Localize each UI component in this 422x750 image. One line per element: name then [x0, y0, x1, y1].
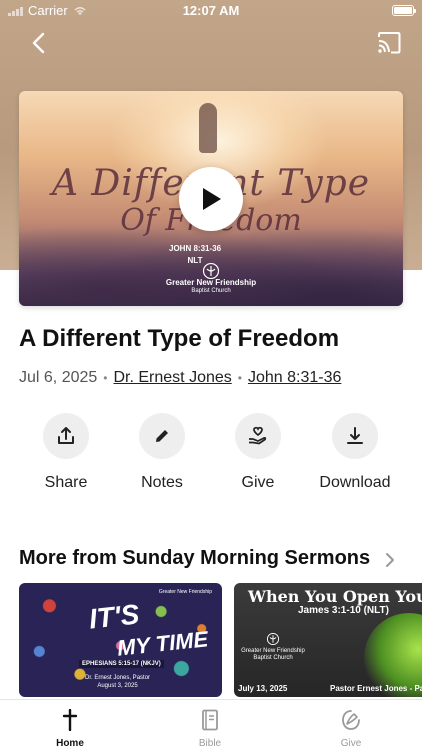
card-church-logo: Greater New Friendship	[158, 589, 212, 595]
download-label: Download	[319, 474, 391, 491]
meta-separator: •	[237, 371, 242, 385]
sermon-meta: Jul 6, 2025 • Dr. Ernest Jones • John 8:…	[19, 369, 341, 387]
download-button[interactable]: Download	[310, 413, 400, 492]
cast-icon[interactable]	[376, 31, 402, 55]
pencil-icon	[156, 430, 168, 442]
card-date: August 3, 2025	[97, 682, 138, 689]
status-bar: Carrier 12:07 AM	[0, 0, 422, 22]
artwork-figure	[199, 103, 217, 153]
give-hand-heart-icon	[249, 426, 267, 445]
card-pastor-name: Dr. Ernest Jones, Pastor	[85, 675, 151, 681]
give-label: Give	[241, 474, 275, 491]
play-icon	[203, 188, 221, 210]
card-date: July 13, 2025	[238, 684, 288, 693]
share-icon	[58, 427, 74, 444]
share-circle[interactable]	[43, 413, 89, 459]
sermon-card[interactable]: Greater New Friendship IT'S MY TIME EPHE…	[19, 583, 222, 697]
status-time: 12:07 AM	[182, 3, 240, 18]
chevron-right-icon[interactable]	[384, 552, 396, 568]
download-circle[interactable]	[332, 413, 378, 459]
share-label: Share	[44, 474, 88, 491]
tab-bible[interactable]: Bible	[170, 708, 250, 749]
tab-home[interactable]: Home	[30, 708, 110, 749]
card-pastor: Pastor Ernest Jones - Pastor	[330, 684, 422, 693]
artwork-church-line2: Baptist Church	[191, 287, 231, 294]
notes-circle[interactable]	[139, 413, 185, 459]
card-church-line1: Greater New Friendship	[241, 648, 305, 655]
tab-give[interactable]: Give	[311, 708, 391, 749]
sermon-date: Jul 6, 2025	[19, 369, 98, 386]
sermon-artwork[interactable]: A Different Type Of Freedom JOHN 8:31-36…	[19, 91, 403, 306]
church-logo-icon	[266, 632, 280, 646]
cross-icon	[62, 709, 78, 731]
sermon-title: A Different Type of Freedom	[19, 325, 340, 352]
card-pastor: Dr. Ernest Jones, Pastor August 3, 2025	[85, 675, 150, 691]
artwork-church-logo: Greater New Friendship Baptist Church	[19, 263, 403, 294]
passage-link[interactable]: John 8:31-36	[248, 369, 341, 387]
tab-bar: Home Bible Give	[0, 699, 422, 750]
speaker-link[interactable]: Dr. Ernest Jones	[113, 369, 231, 387]
card-headline-line1: IT'S	[87, 598, 141, 635]
notes-label: Notes	[141, 474, 183, 491]
meta-separator: •	[103, 371, 108, 385]
card-headline: When You Open Your Mouth	[248, 587, 422, 606]
share-button[interactable]: Share	[21, 413, 111, 492]
tab-give-label: Give	[340, 738, 362, 749]
card-church-line2: Baptist Church	[253, 655, 293, 662]
church-logo-icon	[202, 263, 220, 279]
play-button[interactable]	[179, 167, 243, 231]
card-reference: EPHESIANS 5:15-17 (NKJV)	[79, 660, 164, 668]
download-icon	[347, 427, 363, 444]
give-circle[interactable]	[235, 413, 281, 459]
battery-icon	[392, 5, 416, 16]
card-church-logo: Greater New Friendship Baptist Church	[240, 632, 306, 663]
chevron-left-icon[interactable]	[28, 31, 52, 55]
give-button[interactable]: Give	[213, 413, 303, 492]
sermon-card[interactable]: When You Open Your Mouth James 3:1-10 (N…	[234, 583, 422, 697]
bible-icon	[202, 709, 218, 731]
tab-bible-label: Bible	[198, 738, 222, 749]
more-section-title[interactable]: More from Sunday Morning Sermons	[19, 547, 370, 570]
artwork-scripture-line1: JOHN 8:31-36	[169, 244, 222, 253]
tab-home-label: Home	[56, 738, 84, 749]
artwork-church-line1: Greater New Friendship	[165, 278, 257, 287]
card-verse: James 3:1-10 (NLT)	[298, 605, 389, 616]
notes-button[interactable]: Notes	[117, 413, 207, 492]
give-icon	[342, 710, 360, 730]
